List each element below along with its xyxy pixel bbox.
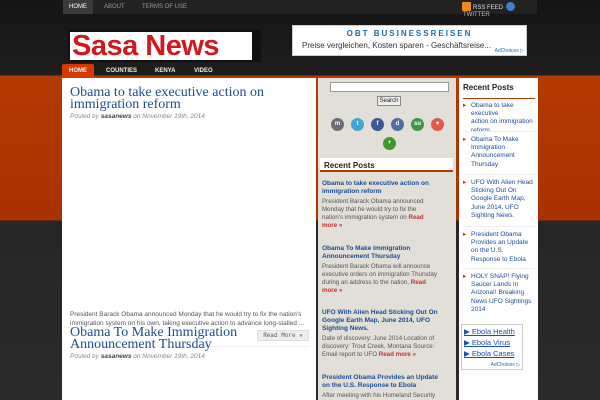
- topnav-terms[interactable]: TERMS OF USE: [142, 0, 187, 14]
- rss-feed-link[interactable]: RSS FEED: [462, 2, 503, 11]
- myspace-icon[interactable]: m: [331, 118, 344, 131]
- header-ad[interactable]: OBT BUSINESSREISEN Preise vergleichen, K…: [292, 25, 527, 56]
- stumbleupon-icon[interactable]: su: [411, 118, 424, 131]
- right-sidebar: Recent Posts Obama to take executiveacti…: [459, 78, 538, 400]
- recent-post-link[interactable]: Sighting News.: [322, 325, 452, 333]
- recent-post-excerpt: discovery: Trout Creek, Montana Source:: [322, 343, 435, 350]
- recent-post-link[interactable]: Obama To MakeImmigrationAnnouncementThur…: [463, 136, 536, 169]
- site-logo[interactable]: Sasa News: [68, 30, 261, 62]
- recent-post-excerpt: Monday that he would try to fix the: [322, 206, 417, 213]
- recent-post-link[interactable]: Obama To Make Immigration: [322, 245, 452, 253]
- ad-text: Preise vergleichen, Kosten sparen - Gesc…: [302, 41, 491, 50]
- post-meta: Posted by sasanews on November 19th, 201…: [70, 113, 205, 120]
- recent-post-link[interactable]: UFO With Alien Head Sticking Out On: [322, 309, 452, 317]
- recent-posts-heading: Recent Posts: [463, 83, 514, 92]
- favorite-icon[interactable]: ♥: [431, 118, 444, 131]
- post-title-link[interactable]: Announcement Thursday: [70, 338, 212, 352]
- recent-post-link[interactable]: on the U.S. Response to Ebola: [322, 382, 452, 390]
- recent-post-excerpt: during an address to the nation, Read: [322, 279, 426, 286]
- read-more-link[interactable]: more »: [322, 222, 452, 230]
- recent-post-link[interactable]: President ObamaProvides an Updateon the …: [463, 231, 536, 264]
- topnav-home[interactable]: HOME: [63, 0, 93, 14]
- heading-underline: [463, 98, 535, 99]
- recent-post-link[interactable]: Google Earth Map, June 2014, UFO: [322, 317, 452, 325]
- read-more-link[interactable]: Read: [408, 214, 423, 221]
- ad-title: OBT BUSINESSREISEN: [346, 29, 473, 38]
- post-meta: Posted by sasanews on November 19th, 201…: [70, 353, 205, 360]
- post-author[interactable]: sasanews: [101, 113, 132, 120]
- recent-post-excerpt: Date of discovery: June 2014 Location of: [322, 335, 435, 342]
- recent-post-excerpt: nation's immigration system on Read: [322, 214, 424, 221]
- logo-text: Sasa News: [70, 32, 252, 60]
- rss-label: RSS FEED: [473, 5, 504, 11]
- search-button[interactable]: Search: [377, 96, 401, 106]
- recent-post-excerpt: Email report to UFO Read more »: [322, 351, 416, 358]
- read-more-link[interactable]: more »: [322, 287, 452, 295]
- adchoices-link[interactable]: AdChoices ▷: [495, 48, 524, 54]
- recent-post-link[interactable]: Obama to take executive action on: [322, 180, 452, 188]
- read-more-button[interactable]: Read More »: [257, 330, 309, 341]
- search-input[interactable]: [330, 82, 449, 92]
- recent-post-excerpt: After meeting with his Homeland Security: [322, 392, 436, 399]
- read-more-link[interactable]: Read more »: [379, 351, 416, 358]
- item-separator: [463, 174, 535, 175]
- post-author[interactable]: sasanews: [101, 353, 132, 360]
- recent-post-link[interactable]: Announcement Thursday: [322, 253, 452, 261]
- recent-post-link[interactable]: HOLY SNAP! FlyingSaucer Lands InArizona!…: [463, 273, 536, 314]
- post-title-link[interactable]: immigration reform: [70, 98, 181, 112]
- recent-post-excerpt: President Barack Obama announced: [322, 198, 424, 205]
- recent-post-link[interactable]: UFO With Alien HeadSticking Out OnGoogle…: [463, 179, 536, 220]
- read-more-link[interactable]: Read: [411, 279, 426, 286]
- mainnav-video[interactable]: VIDEO: [187, 64, 220, 78]
- mainnav-home[interactable]: HOME: [62, 64, 94, 78]
- mainnav-kenya[interactable]: KENYA: [148, 64, 182, 78]
- twitter-icon[interactable]: t: [351, 118, 364, 131]
- delicious-icon[interactable]: d: [391, 118, 404, 131]
- twitter-link[interactable]: TWITTER: [463, 12, 490, 18]
- middle-sidebar: Search m t f d su ♥ + Recent Posts Obama…: [318, 78, 456, 400]
- mainnav-counties[interactable]: COUNTIES: [99, 64, 144, 78]
- ad-link[interactable]: ▶ Ebola Virus: [464, 338, 510, 347]
- recent-post-excerpt: President Barack Obama will announce: [322, 263, 431, 270]
- topnav-about[interactable]: ABOUT: [104, 0, 125, 14]
- recent-post-excerpt: executive orders on immigration Thursday: [322, 271, 438, 278]
- item-separator: [463, 131, 535, 132]
- item-separator: [463, 268, 535, 269]
- rss-icon: [462, 2, 471, 11]
- post-excerpt: President Barack Obama announced Monday …: [70, 311, 302, 318]
- facebook-icon[interactable]: f: [371, 118, 384, 131]
- recent-post-link[interactable]: immigration reform: [322, 188, 452, 196]
- item-separator: [463, 226, 535, 227]
- recent-post-link[interactable]: President Obama Provides an Update: [322, 374, 452, 382]
- main-content: Obama to take executive action on immigr…: [62, 78, 316, 400]
- ad-link[interactable]: ▶ Ebola Cases: [464, 349, 514, 358]
- recent-post-link[interactable]: Obama to take executiveaction on immigra…: [463, 102, 536, 135]
- adchoices-link[interactable]: AdChoices ▷: [491, 362, 520, 368]
- recent-posts-heading: Recent Posts: [320, 158, 453, 172]
- ad-link[interactable]: ▶ Ebola Health: [464, 327, 515, 336]
- sidebar-ad: ▶ Ebola Health ▶ Ebola Virus ▶ Ebola Cas…: [461, 324, 523, 370]
- twitter-icon[interactable]: [506, 2, 515, 11]
- add-icon[interactable]: +: [383, 137, 396, 150]
